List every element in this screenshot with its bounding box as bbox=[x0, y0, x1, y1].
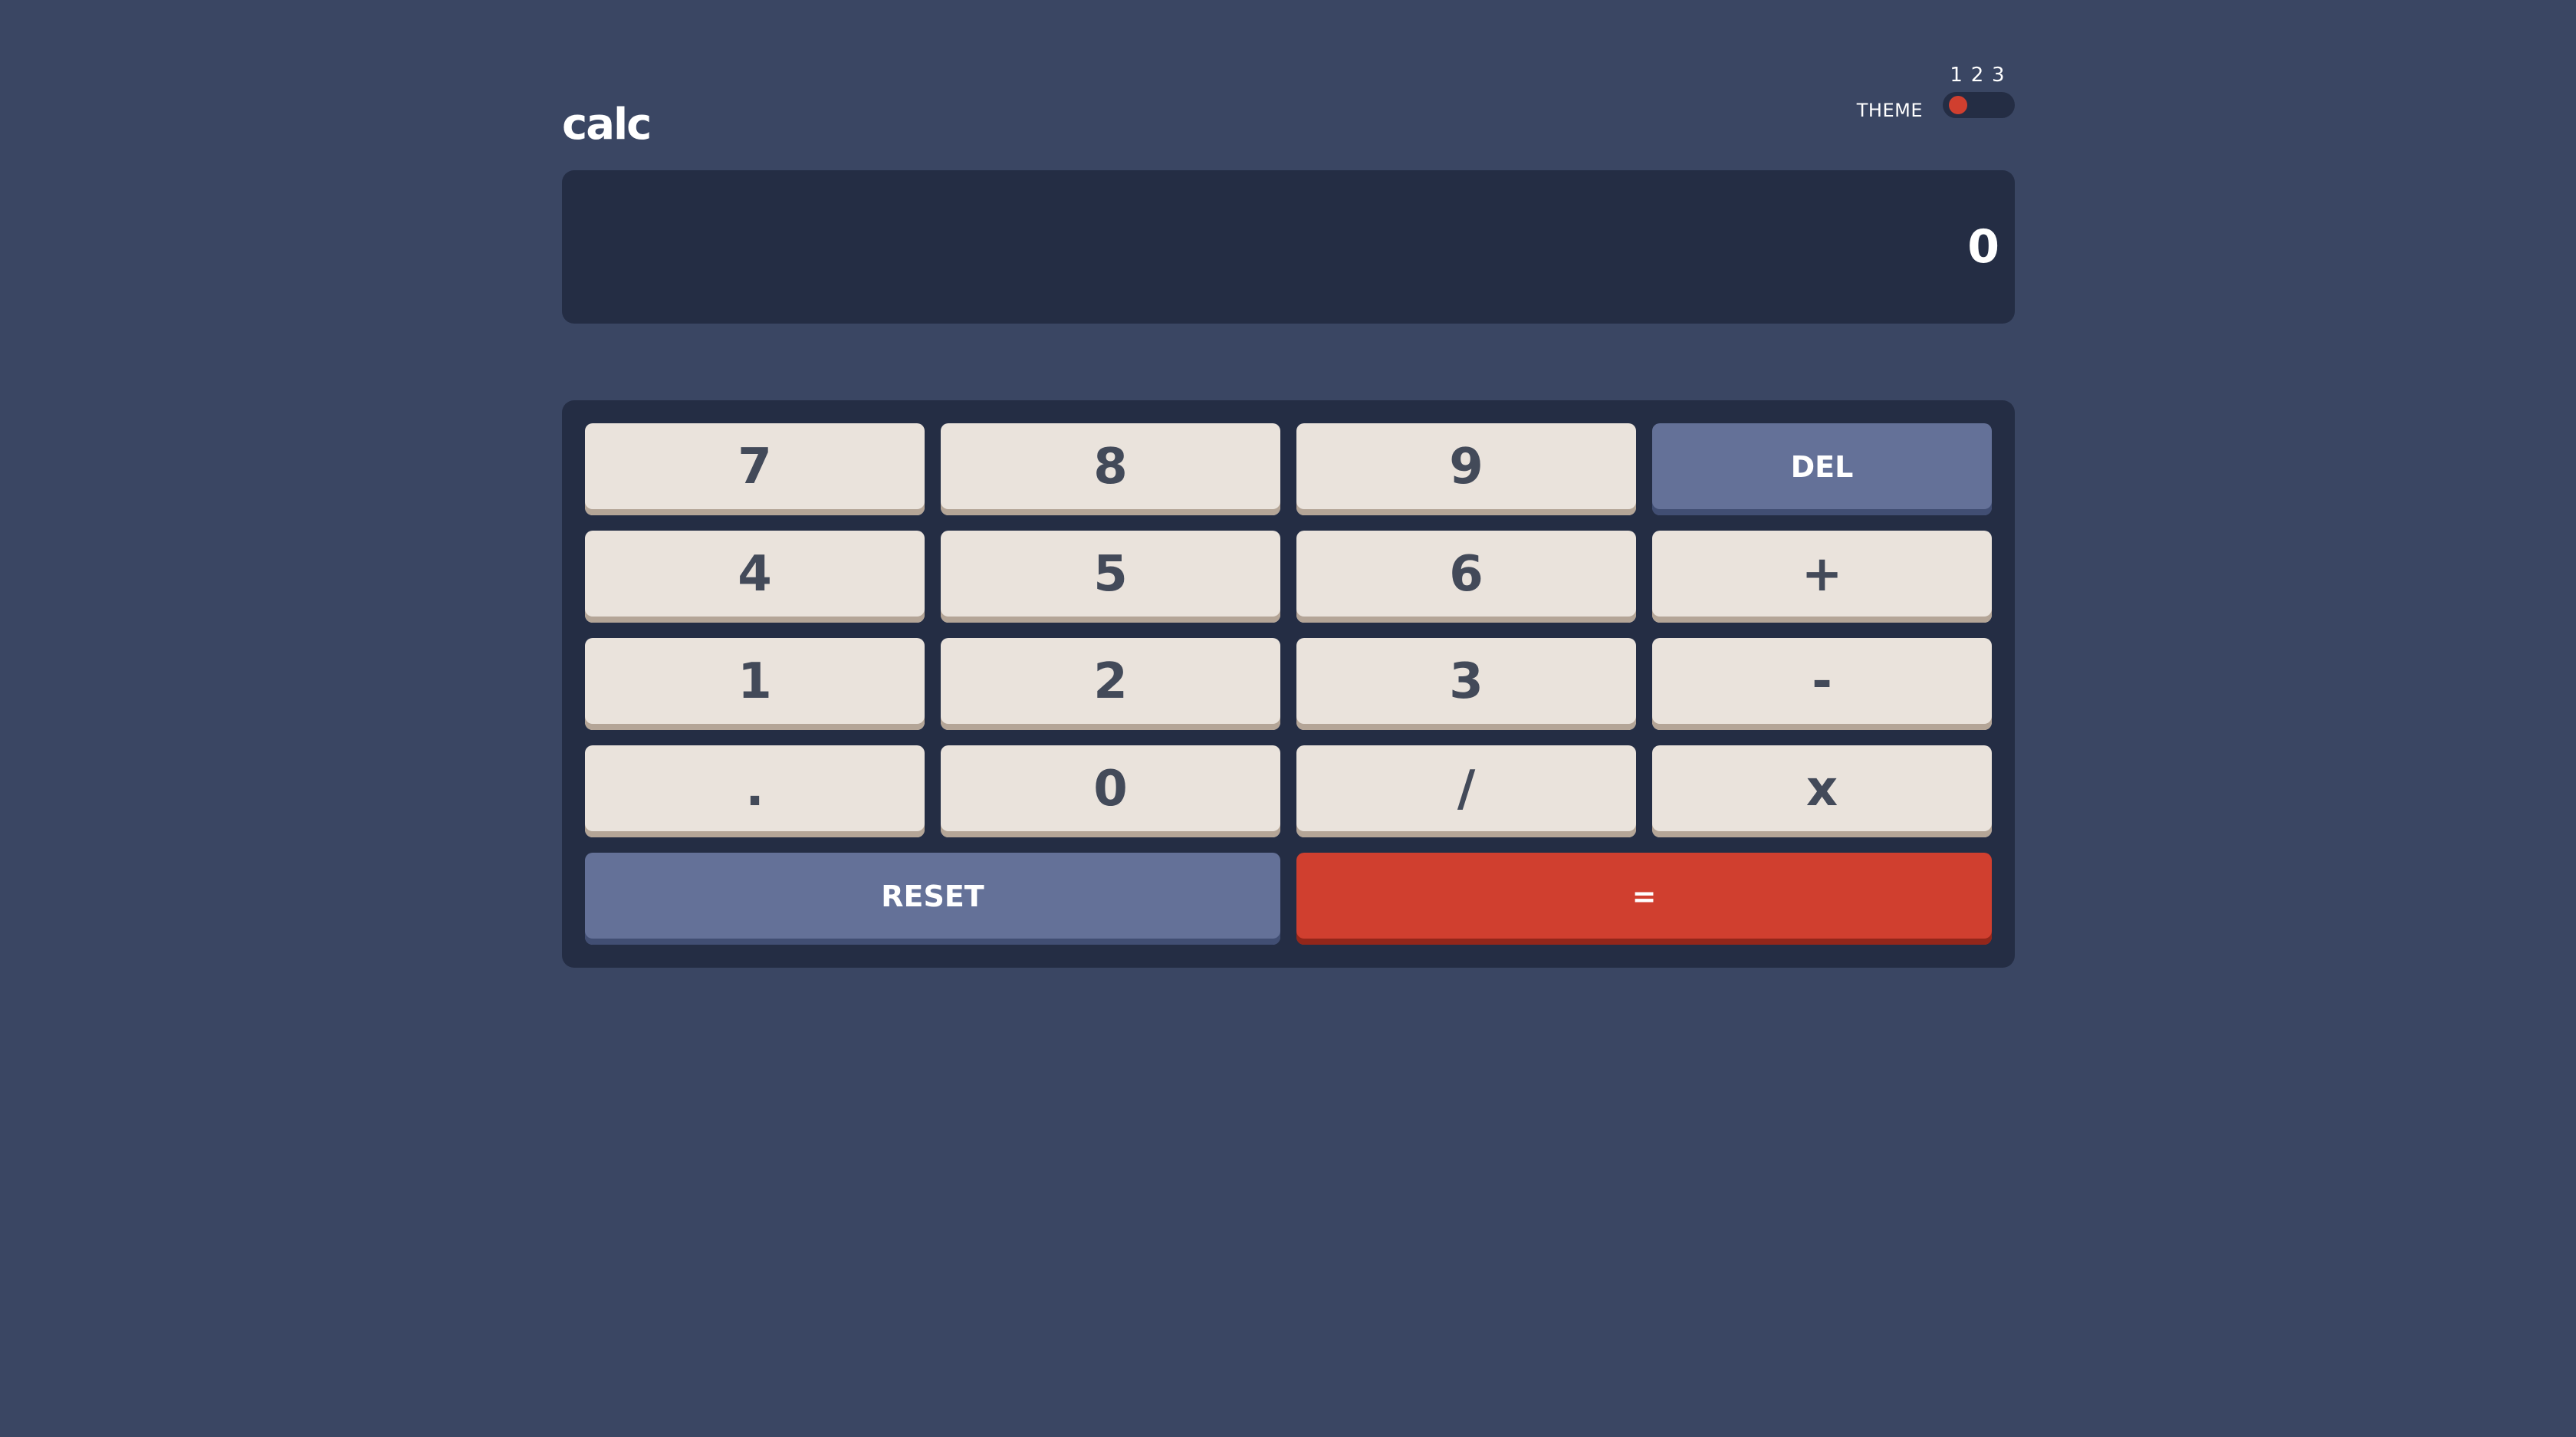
logo: calc bbox=[562, 100, 652, 150]
key-decimal[interactable]: . bbox=[585, 745, 925, 837]
key-minus[interactable]: - bbox=[1652, 638, 1992, 730]
key-8[interactable]: 8 bbox=[941, 423, 1280, 515]
key-divide[interactable]: / bbox=[1296, 745, 1636, 837]
delete-button[interactable]: DEL bbox=[1652, 423, 1992, 515]
display-screen: 0 bbox=[562, 170, 2015, 324]
theme-option-3[interactable]: 3 bbox=[1992, 65, 2005, 85]
equals-button[interactable]: = bbox=[1296, 853, 1992, 945]
header: calc THEME 1 2 3 bbox=[562, 61, 2015, 170]
key-6[interactable]: 6 bbox=[1296, 531, 1636, 623]
theme-switch[interactable]: 1 2 3 bbox=[1943, 61, 2015, 118]
theme-label: THEME bbox=[1856, 100, 1923, 121]
key-plus[interactable]: + bbox=[1652, 531, 1992, 623]
theme-toggle-track[interactable] bbox=[1943, 92, 2015, 118]
key-3[interactable]: 3 bbox=[1296, 638, 1636, 730]
key-1[interactable]: 1 bbox=[585, 638, 925, 730]
key-5[interactable]: 5 bbox=[941, 531, 1280, 623]
key-9[interactable]: 9 bbox=[1296, 423, 1636, 515]
display-value: 0 bbox=[1967, 220, 1999, 274]
keypad: 7 8 9 DEL 4 5 6 + 1 2 3 - . 0 / x RESET … bbox=[562, 400, 2015, 968]
key-0[interactable]: 0 bbox=[941, 745, 1280, 837]
theme-option-2[interactable]: 2 bbox=[1971, 65, 1984, 85]
reset-button[interactable]: RESET bbox=[585, 853, 1280, 945]
calculator-app: calc THEME 1 2 3 0 7 8 9 DEL 4 5 6 + 1 2… bbox=[562, 61, 2015, 968]
key-2[interactable]: 2 bbox=[941, 638, 1280, 730]
key-7[interactable]: 7 bbox=[585, 423, 925, 515]
theme-toggle-knob[interactable] bbox=[1949, 96, 1967, 114]
theme-option-1[interactable]: 1 bbox=[1950, 65, 1963, 85]
theme-numbers: 1 2 3 bbox=[1943, 61, 2015, 89]
key-multiply[interactable]: x bbox=[1652, 745, 1992, 837]
key-4[interactable]: 4 bbox=[585, 531, 925, 623]
